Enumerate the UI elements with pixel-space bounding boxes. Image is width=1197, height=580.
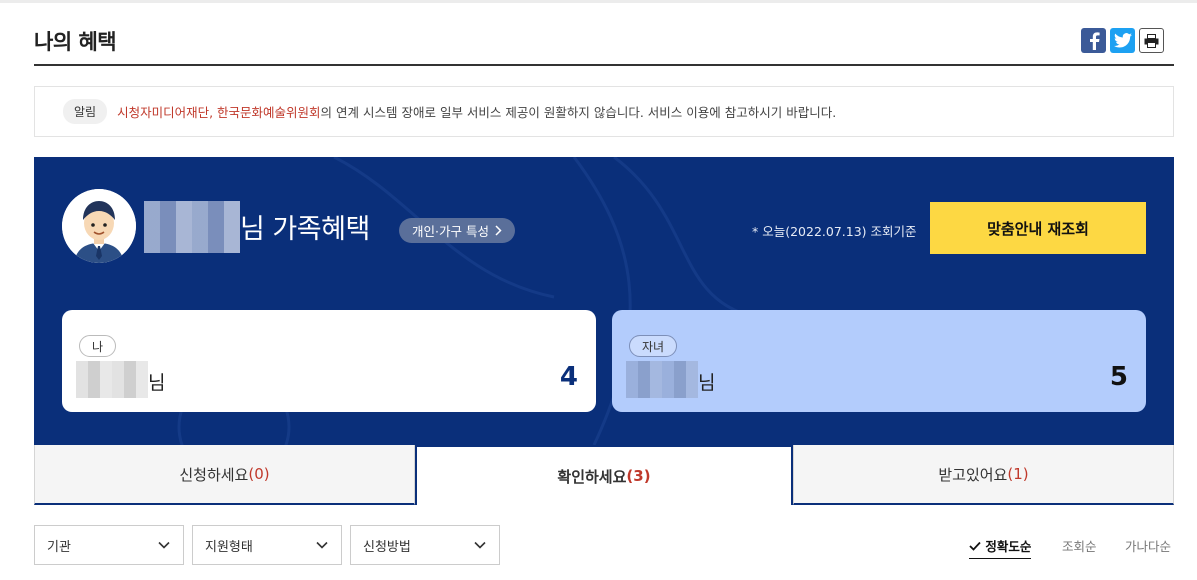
select-label: 지원형태 — [205, 539, 253, 555]
member-name-suffix: 님 — [148, 372, 166, 394]
benefit-tabs: 신청하세요 (0) 확인하세요 (3) 받고있어요 (1) — [34, 445, 1174, 505]
chevron-down-icon — [316, 541, 328, 549]
member-card-self[interactable]: 나 님 4 — [62, 310, 596, 412]
filter-support-type-select[interactable]: 지원형태 — [192, 525, 342, 565]
member-card-child[interactable]: 자녀 님 5 — [612, 310, 1146, 412]
masked-member-name — [76, 361, 148, 398]
tab-label: 신청하세요 — [179, 465, 249, 484]
select-label: 기관 — [47, 539, 71, 555]
tab-receiving[interactable]: 받고있어요 (1) — [793, 445, 1174, 505]
as-of-date: * 오늘(2022.07.13) 조회기준 — [752, 224, 917, 239]
user-avatar — [62, 189, 136, 263]
sort-accuracy[interactable]: 정확도순 — [969, 536, 1032, 559]
page-title: 나의 혜택 — [34, 30, 117, 54]
member-benefit-count: 4 — [559, 362, 578, 392]
twitter-share-button[interactable] — [1110, 28, 1135, 53]
chevron-down-icon — [474, 541, 486, 549]
masked-member-name — [626, 361, 698, 398]
top-border — [0, 0, 1197, 3]
twitter-icon — [1113, 33, 1132, 48]
tab-label: 확인하세요 — [557, 467, 627, 486]
chevron-down-icon — [158, 541, 170, 549]
chevron-right-icon — [495, 225, 502, 236]
sort-label: 정확도순 — [985, 539, 1032, 554]
print-icon — [1144, 33, 1159, 48]
family-benefit-panel: 님 가족혜택 개인·가구 특성 * 오늘(2022.07.13) 조회기준 맞춤… — [34, 157, 1174, 445]
member-name-suffix: 님 — [698, 372, 716, 394]
print-button[interactable] — [1139, 28, 1164, 53]
sort-alphabetical[interactable]: 가나다순 — [1125, 536, 1171, 555]
title-divider — [34, 64, 1174, 66]
member-role-badge: 자녀 — [629, 335, 678, 357]
recheck-button[interactable]: 맞춤안내 재조회 — [930, 202, 1146, 254]
tab-label: 받고있어요 — [938, 465, 1008, 484]
notice-highlight: 시청자미디어재단, 한국문화예술위원회 — [117, 105, 321, 120]
tab-count: (3) — [626, 467, 651, 485]
filter-apply-method-select[interactable]: 신청방법 — [350, 525, 500, 565]
facebook-icon — [1089, 31, 1100, 50]
tab-check[interactable]: 확인하세요 (3) — [415, 445, 793, 505]
sort-views[interactable]: 조회순 — [1062, 536, 1097, 555]
filter-agency-select[interactable]: 기관 — [34, 525, 184, 565]
tab-apply[interactable]: 신청하세요 (0) — [34, 445, 415, 505]
member-benefit-count: 5 — [1109, 362, 1128, 392]
notice-text: 의 연계 시스템 장애로 일부 서비스 제공이 원활하지 않습니다. 서비스 이… — [320, 105, 837, 120]
masked-user-name — [144, 201, 240, 253]
trait-button-label: 개인·가구 특성 — [412, 224, 489, 239]
member-role-badge: 나 — [79, 335, 117, 357]
facebook-share-button[interactable] — [1081, 28, 1106, 53]
hero-title: 님 가족혜택 — [240, 214, 370, 245]
check-icon — [969, 541, 981, 551]
select-label: 신청방법 — [363, 539, 411, 555]
notice-badge: 알림 — [63, 99, 108, 124]
tab-count: (0) — [248, 465, 270, 483]
tab-count: (1) — [1007, 465, 1029, 483]
personal-household-traits-button[interactable]: 개인·가구 특성 — [399, 218, 515, 243]
notice-bar: 알림 시청자미디어재단, 한국문화예술위원회 의 연계 시스템 장애로 일부 서… — [34, 86, 1174, 137]
